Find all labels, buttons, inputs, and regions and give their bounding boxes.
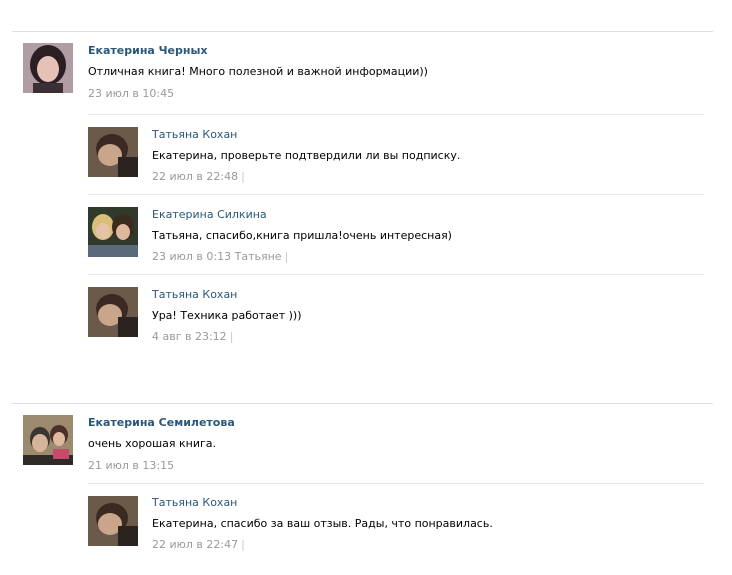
comment-text: очень хорошая книга. [88, 437, 217, 450]
reply-date-text[interactable]: 22 июл в 22:47 [152, 538, 238, 551]
reply-divider [88, 274, 704, 275]
comment-author[interactable]: Екатерина Черных [88, 44, 208, 57]
reply-text: Екатерина, проверьте подтвердили ли вы п… [152, 149, 461, 162]
reply-text: Екатерина, спасибо за ваш отзыв. Рады, ч… [152, 517, 493, 530]
reply-date[interactable]: 23 июл в 0:13 Татьяне | [152, 250, 288, 263]
reply-date[interactable]: 4 авг в 23:12 | [152, 330, 233, 343]
reply-date-text[interactable]: 4 авг в 23:12 [152, 330, 227, 343]
avatar[interactable] [23, 43, 73, 93]
reply-to-link[interactable]: Татьяне [235, 250, 282, 263]
meta-separator: | [284, 250, 289, 263]
reply-divider [88, 194, 704, 195]
meta-separator: | [241, 170, 245, 183]
comment-date[interactable]: 23 июл в 10:45 [88, 87, 174, 100]
avatar[interactable] [88, 287, 138, 337]
meta-separator: | [229, 330, 234, 343]
avatar[interactable] [88, 207, 138, 257]
meta-separator: | [241, 538, 245, 551]
reply-divider [88, 483, 704, 484]
comment-thread: Екатерина Черных Отличная книга! Много п… [12, 31, 713, 362]
avatar[interactable] [88, 496, 138, 546]
reply-author[interactable]: Татьяна Кохан [152, 496, 237, 509]
comment-text: Отличная книга! Много полезной и важной … [88, 65, 428, 78]
reply-text: Ура! Техника работает ))) [152, 309, 302, 322]
reply-date-text[interactable]: 23 июл в 0:13 [152, 250, 231, 263]
avatar[interactable] [88, 127, 138, 177]
reply-author[interactable]: Татьяна Кохан [152, 288, 237, 301]
reply-text: Татьяна, спасибо,книга пришла!очень инте… [152, 229, 452, 242]
reply-author[interactable]: Екатерина Силкина [152, 208, 267, 221]
avatar[interactable] [23, 415, 73, 465]
reply-date-text[interactable]: 22 июл в 22:48 [152, 170, 238, 183]
reply-author[interactable]: Татьяна Кохан [152, 128, 237, 141]
comment-author[interactable]: Екатерина Семилетова [88, 416, 235, 429]
reply-date[interactable]: 22 июл в 22:48 | [152, 170, 245, 183]
comment-thread: Екатерина Семилетова очень хорошая книга… [12, 403, 713, 575]
reply-date[interactable]: 22 июл в 22:47 | [152, 538, 245, 551]
comment-date[interactable]: 21 июл в 13:15 [88, 459, 174, 472]
reply-divider [88, 114, 704, 115]
